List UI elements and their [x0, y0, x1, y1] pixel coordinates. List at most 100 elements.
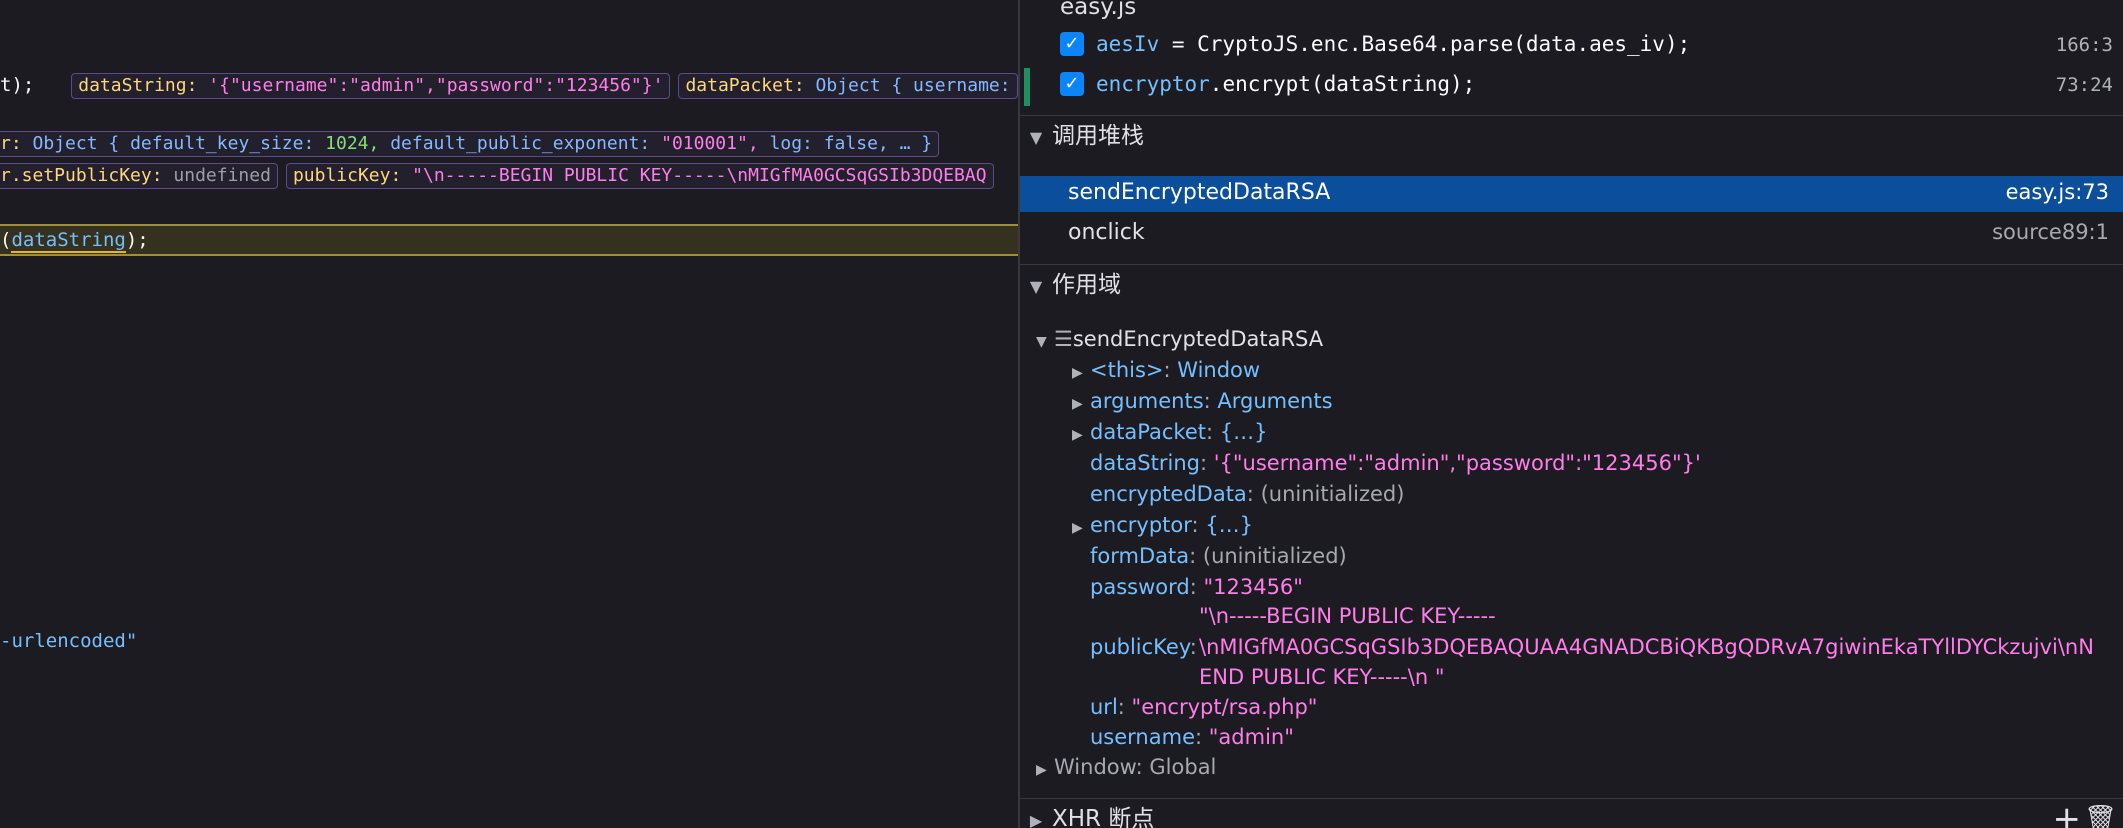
- publickey-value-line-3: END PUBLIC KEY-----\n ": [1199, 665, 1445, 689]
- preview-key: default_key_size:: [130, 133, 315, 154]
- scope-window-global[interactable]: ▶ Window: Global: [1036, 752, 1216, 785]
- var-name: <this>: [1090, 358, 1164, 382]
- breakpoint-code: encryptor.encrypt(dataString);: [1096, 72, 1475, 96]
- code-fragment: );: [125, 229, 149, 251]
- code-fragment: t);: [0, 74, 35, 96]
- scope-variable[interactable]: username: "admin": [1090, 722, 1294, 752]
- scope-block[interactable]: ▼ ☰sendEncryptedDataRSA: [1036, 324, 1323, 357]
- block-scope-icon: ☰: [1054, 327, 1073, 351]
- preview-name: r.setPublicKey:: [0, 165, 163, 186]
- scope-variable[interactable]: ▶ <this>: Window: [1072, 355, 1260, 388]
- preview-value: "\n-----BEGIN PUBLIC KEY-----\nMIGfMA0GC…: [412, 165, 987, 186]
- code-fragment: (: [0, 229, 12, 251]
- expand-triangle-icon: ▶: [1036, 762, 1047, 778]
- scopes-title: 作用域: [1052, 272, 1121, 298]
- var-name: formData: [1090, 544, 1190, 568]
- call-stack-frame-selected[interactable]: sendEncryptedDataRSA easy.js:73: [1020, 176, 2123, 212]
- breakpoint-code-rest: .encrypt(dataString);: [1209, 72, 1476, 96]
- var-name: url: [1090, 695, 1118, 719]
- paused-code-line: (dataString);: [0, 227, 149, 253]
- preview-key: default_public_exponent:: [390, 133, 651, 154]
- call-stack-frame[interactable]: onclick source89:1: [1020, 216, 2123, 252]
- breakpoint-location: 73:24: [2055, 74, 2113, 96]
- inline-preview-encryptor[interactable]: r: Object { default_key_size: 1024, defa…: [0, 131, 940, 157]
- preview-value: "010001",: [661, 133, 759, 154]
- var-value: Window: [1177, 358, 1261, 382]
- var-name: encryptor: [1090, 513, 1192, 537]
- collapse-triangle-icon: ▼: [1029, 128, 1043, 147]
- var-name: encryptedData: [1090, 482, 1247, 506]
- scope-variable[interactable]: dataString: '{"username":"admin","passwo…: [1090, 448, 1701, 478]
- var-value: {…}: [1219, 420, 1268, 444]
- var-value: Arguments: [1217, 389, 1333, 413]
- breakpoint-item[interactable]: ✓ encryptor.encrypt(dataString); 73:24: [1020, 68, 2123, 106]
- preview-value: undefined: [173, 165, 271, 186]
- collapse-triangle-icon: ▼: [1029, 277, 1043, 296]
- breakpoint-code-var: aesIv: [1096, 32, 1160, 56]
- preview-value: false, … }: [823, 133, 933, 154]
- breakpoint-file-header: easy.js: [1020, 0, 2123, 24]
- paused-execution-line: [0, 224, 1018, 256]
- xhr-breakpoints-header[interactable]: ▶ XHR 断点 + 🗑: [1020, 798, 2123, 828]
- add-icon[interactable]: +: [2053, 799, 2082, 828]
- inline-preview-datapacket[interactable]: dataPacket: Object { username:: [678, 73, 1018, 99]
- var-value: (uninitialized): [1202, 544, 1347, 568]
- breakpoint-code-var: encryptor: [1096, 72, 1210, 96]
- breakpoint-code: aesIv = CryptoJS.enc.Base64.parse(data.a…: [1096, 32, 1690, 56]
- var-name: dataString: [1090, 451, 1200, 475]
- frame-location: source89:1: [1992, 220, 2109, 244]
- var-name: publicKey: [1090, 635, 1190, 659]
- var-value: "admin": [1208, 725, 1294, 749]
- scopes-header[interactable]: ▼ 作用域: [1020, 264, 2123, 305]
- breakpoint-item[interactable]: ✓ aesIv = CryptoJS.enc.Base64.parse(data…: [1020, 30, 2123, 66]
- debugger-sidebar: easy.js ✓ aesIv = CryptoJS.enc.Base64.pa…: [1020, 0, 2123, 828]
- scope-variable[interactable]: url: "encrypt/rsa.php": [1090, 692, 1317, 722]
- scope-variable[interactable]: formData: (uninitialized): [1090, 541, 1347, 571]
- publickey-value-line-1: "\n-----BEGIN PUBLIC KEY-----: [1199, 604, 1496, 628]
- breakpoint-file-name: easy.js: [1060, 0, 1137, 20]
- preview-name: dataPacket:: [685, 75, 805, 96]
- var-value: {…}: [1205, 513, 1254, 537]
- var-value: "encrypt/rsa.php": [1131, 695, 1318, 719]
- inline-preview-setpublickey[interactable]: r.setPublicKey: undefined: [0, 163, 278, 189]
- scope-block-name: sendEncryptedDataRSA: [1072, 327, 1324, 351]
- var-name: arguments: [1090, 389, 1204, 413]
- call-stack-header[interactable]: ▼ 调用堆栈: [1020, 115, 2123, 156]
- expand-triangle-icon: ▶: [1072, 396, 1083, 412]
- scope-variable-publickey[interactable]: publicKey:: [1090, 632, 1197, 662]
- breakpoint-code-rest: = CryptoJS.enc.Base64.parse(data.aes_iv)…: [1159, 32, 1691, 56]
- var-value: (uninitialized): [1260, 482, 1405, 506]
- source-editor[interactable]: t); dataString: '{"username":"admin","pa…: [0, 0, 1018, 828]
- frame-location: easy.js:73: [2005, 180, 2109, 204]
- scope-variable[interactable]: ▶ dataPacket: {…}: [1072, 417, 1268, 450]
- scope-variable[interactable]: ▶ arguments: Arguments: [1072, 386, 1333, 419]
- expand-triangle-icon: ▶: [1072, 520, 1083, 536]
- expand-triangle-icon: ▶: [1072, 427, 1083, 443]
- preview-name: dataString:: [78, 75, 198, 96]
- breakpoint-location: 166:3: [2055, 34, 2113, 56]
- code-line-urlencoded: -urlencoded": [0, 628, 137, 654]
- breakpoint-checkbox[interactable]: ✓: [1060, 72, 1084, 96]
- var-name: password: [1090, 575, 1190, 599]
- preview-name: r:: [0, 133, 22, 154]
- frame-name: sendEncryptedDataRSA: [1068, 180, 1331, 205]
- active-breakpoint-marker: [1024, 68, 1030, 106]
- window-global-label: Window: Global: [1054, 755, 1217, 779]
- inline-preview-line-3: r.setPublicKey: undefined publicKey: "\n…: [0, 162, 1002, 189]
- expand-triangle-icon: ▶: [1072, 365, 1083, 381]
- var-name: dataPacket: [1090, 420, 1207, 444]
- scope-variable[interactable]: ▶ encryptor: {…}: [1072, 510, 1253, 543]
- breakpoint-checkbox[interactable]: ✓: [1060, 32, 1084, 56]
- var-value: '{"username":"admin","password":"123456"…: [1213, 451, 1701, 475]
- code-string: -urlencoded": [0, 630, 138, 652]
- inline-preview-datastring[interactable]: dataString: '{"username":"admin","passwo…: [71, 73, 671, 99]
- xhr-breakpoints-title: XHR 断点: [1052, 806, 1155, 828]
- trash-icon[interactable]: 🗑: [2084, 799, 2117, 828]
- inline-preview-publickey[interactable]: publicKey: "\n-----BEGIN PUBLIC KEY-----…: [285, 163, 994, 189]
- paused-variable[interactable]: dataString: [11, 229, 126, 253]
- scope-variable[interactable]: encryptedData: (uninitialized): [1090, 479, 1404, 509]
- expand-triangle-icon: ▶: [1029, 811, 1043, 828]
- preview-key: log:: [769, 133, 813, 154]
- scope-variable[interactable]: password: "123456": [1090, 572, 1303, 602]
- preview-value: '{"username":"admin","password":"123456"…: [208, 75, 664, 96]
